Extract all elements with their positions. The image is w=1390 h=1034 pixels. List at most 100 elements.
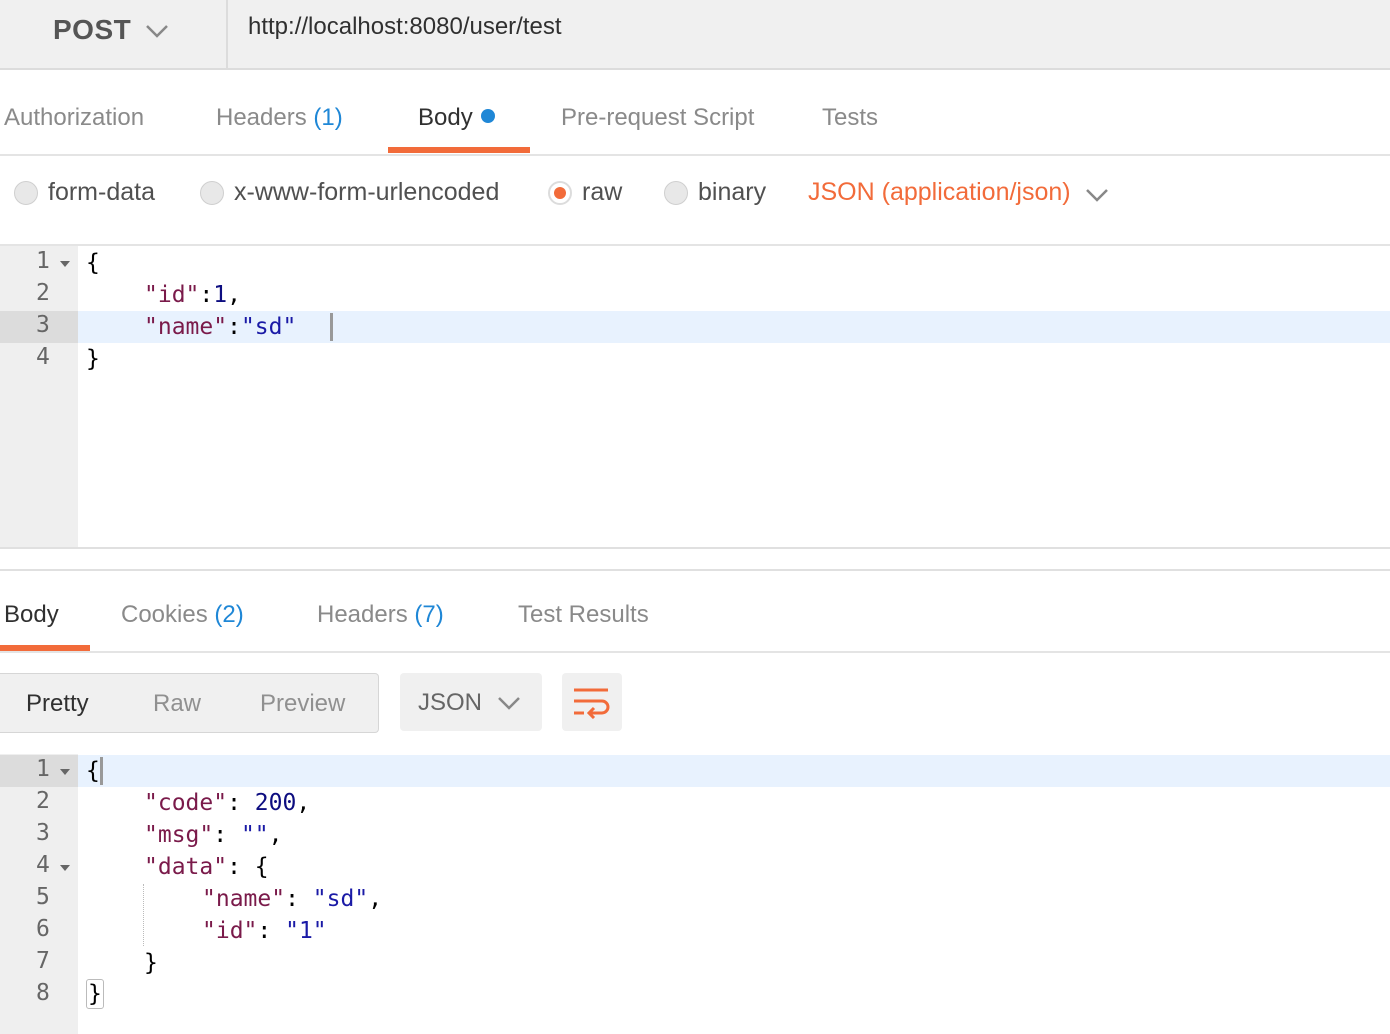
tab-count: (7) [414,601,444,628]
text-cursor [330,313,333,341]
code-line: "code": 200, [144,787,310,819]
radio-label: raw [582,178,623,206]
line-number: 2 [36,788,50,814]
json-sep: : [213,822,241,848]
fold-arrow-icon[interactable] [60,865,70,871]
response-format-dropdown[interactable]: JSON [400,673,542,731]
chevron-down-icon[interactable] [1084,182,1110,208]
code-line: "msg": "", [144,819,283,851]
radio-circle-icon [664,180,688,205]
view-preview-button[interactable]: Preview [260,690,345,718]
tab-count: (2) [214,601,244,628]
chevron-down-icon[interactable] [144,18,170,44]
json-sep: : [227,854,255,880]
tab-label: Headers [216,104,307,131]
json-value: "sd" [240,314,297,340]
tab-body[interactable]: Body [418,104,495,132]
tab-label: Body [4,601,59,628]
text-cursor [100,757,103,785]
tab-test-results[interactable]: Test Results [518,601,649,629]
tab-label: Test Results [518,601,649,628]
body-type-bar: form-data x-www-form-urlencoded raw bina… [0,156,1390,246]
response-tabs: Body Cookies (2) Headers (7) Test Result… [0,571,1390,653]
view-mode-toggle: Pretty Raw Preview [0,673,379,733]
json-value: { [254,854,269,880]
tab-label: Authorization [4,104,145,131]
tab-label: Body [418,104,473,131]
line-number: 7 [36,948,50,974]
tab-label: Headers [317,601,408,628]
tab-headers[interactable]: Headers (1) [216,104,343,132]
code-line: } [144,947,158,979]
json-sep: , [368,886,383,912]
json-key: "data" [144,854,228,880]
tab-tests[interactable]: Tests [822,104,878,132]
json-sep: , [268,822,283,848]
tab-authorization[interactable]: Authorization [4,104,144,132]
radio-label: binary [698,178,767,206]
tab-label: Tests [822,104,879,131]
radio-binary[interactable]: binary [664,178,766,207]
code-brace: } [144,950,158,976]
divider [0,547,1390,549]
line-number: 2 [36,280,50,306]
radio-raw[interactable]: raw [548,178,622,207]
content-type-dropdown[interactable]: JSON (application/json) [808,178,1071,207]
code-line: "id": "1" [202,915,327,947]
line-number: 6 [36,916,50,942]
line-number: 3 [36,312,50,338]
tab-pre-request-script[interactable]: Pre-request Script [561,104,754,132]
code-brace: { [86,250,100,276]
line-number: 4 [36,852,50,878]
line-number: 3 [36,820,50,846]
tab-response-body[interactable]: Body [4,601,59,629]
tab-response-headers[interactable]: Headers (7) [317,601,444,629]
code-line: "data": { [144,851,269,883]
json-sep: : [285,886,313,912]
json-value: "sd" [312,886,369,912]
url-input[interactable]: http://localhost:8080/user/test [248,13,562,41]
json-value: "1" [285,918,327,944]
code-line: "name":"sd" [144,311,296,343]
code-brace: } [86,346,100,372]
json-sep: : [227,314,241,340]
format-label: JSON [418,689,483,716]
view-pretty-button[interactable]: Pretty [26,690,89,718]
radio-circle-icon [14,180,38,205]
json-key: "id" [144,282,200,308]
chevron-down-icon [498,697,520,710]
line-number: 1 [36,756,50,782]
json-sep: : [257,918,286,944]
json-key: "id" [202,918,258,944]
json-value: 1 [213,282,228,308]
json-sep: : [227,790,255,816]
radio-selected-icon [548,180,572,205]
tab-label: Cookies [121,601,208,628]
method-label: POST [53,14,132,45]
json-key: "name" [144,314,228,340]
wrap-lines-button[interactable] [562,673,622,731]
active-line-highlight [78,755,1390,787]
tab-cookies[interactable]: Cookies (2) [121,601,244,629]
fold-arrow-icon[interactable] [60,261,70,267]
line-number: 8 [36,980,50,1006]
code-line: { [86,755,100,787]
indent-guide [143,884,144,946]
code-brace: { [86,758,100,784]
fold-arrow-icon[interactable] [60,769,70,775]
view-raw-button[interactable]: Raw [153,690,201,718]
json-value: 200 [254,790,297,816]
json-value: "" [240,822,269,848]
radio-circle-icon [200,180,224,205]
json-sep: , [227,282,241,308]
wrap-lines-icon [574,688,610,719]
line-number: 5 [36,884,50,910]
radio-x-www-form-urlencoded[interactable]: x-www-form-urlencoded [200,178,499,207]
code-line: "name": "sd", [202,883,382,915]
radio-label: form-data [48,178,155,206]
tab-count: (1) [313,104,343,131]
code-brace: } [88,981,102,1007]
line-number: 1 [36,248,50,274]
radio-form-data[interactable]: form-data [14,178,155,207]
request-tabs: Authorization Headers (1) Body Pre-reque… [0,70,1390,156]
